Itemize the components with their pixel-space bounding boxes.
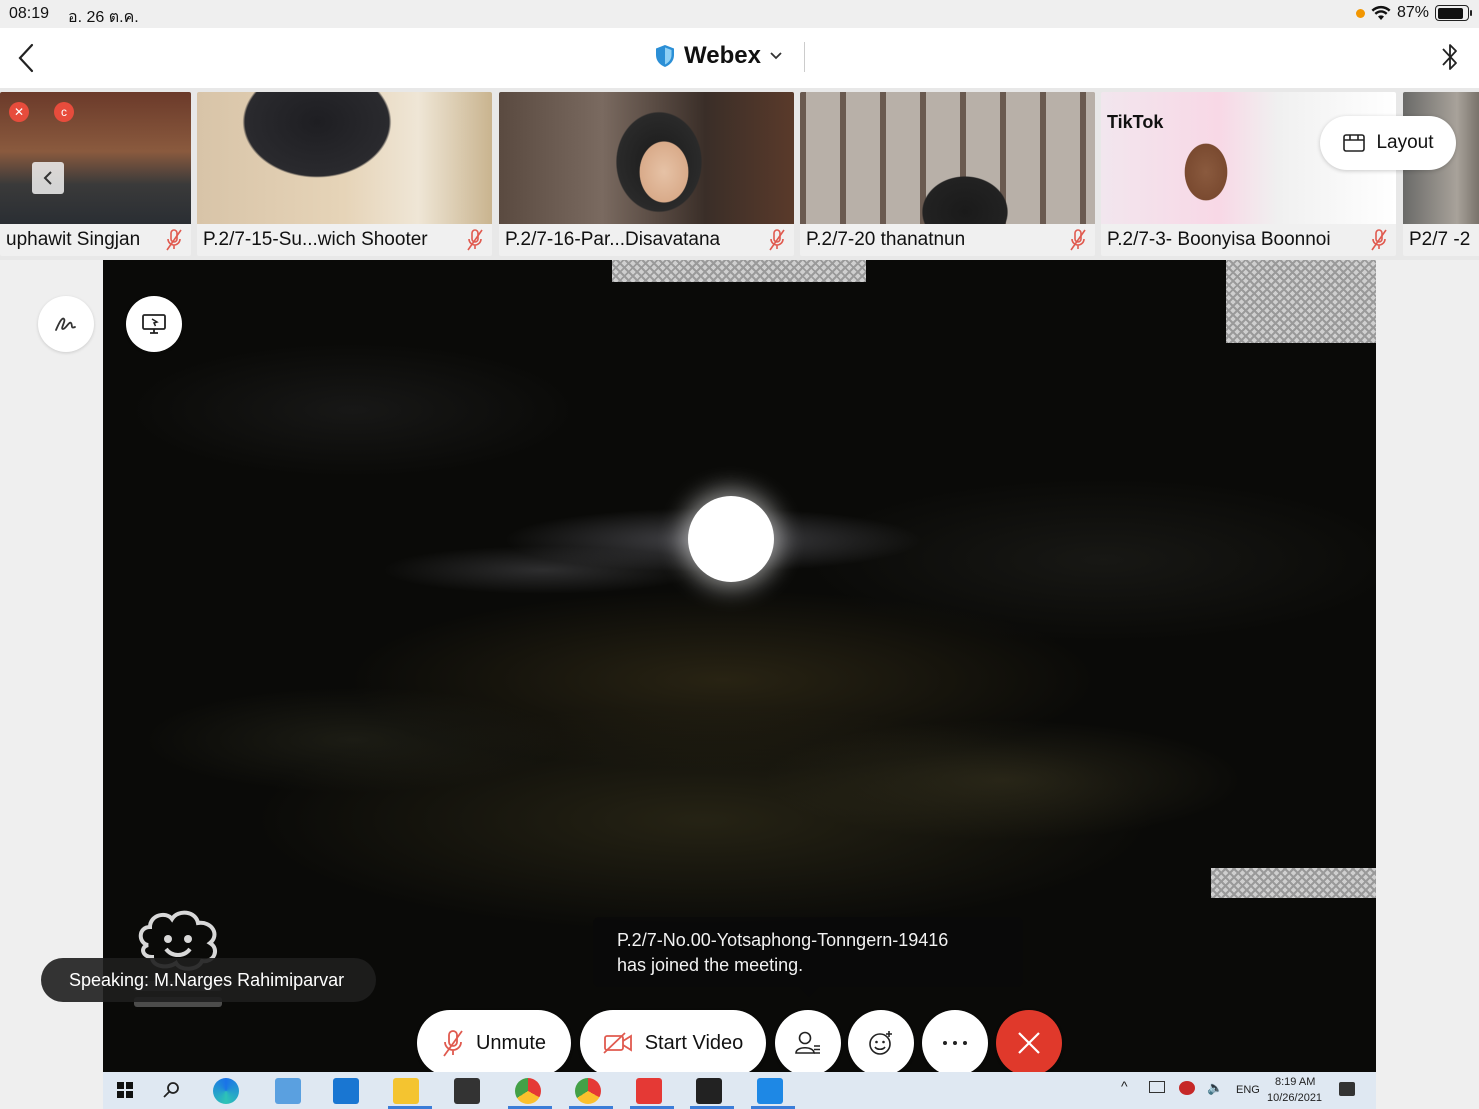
join-notification: P.2/7-No.00-Yotsaphong-Tonngern-19416 ha… — [593, 917, 1023, 997]
tiktok-text: TikTok — [1107, 112, 1164, 132]
status-right: 87% — [1355, 4, 1472, 22]
battery-icon — [1435, 5, 1472, 21]
obscured-region — [1211, 868, 1376, 898]
battery-percent: 87% — [1396, 4, 1429, 21]
mic-in-use-indicator-icon — [1355, 8, 1365, 18]
clock-time: 8:19 AM — [1275, 1076, 1316, 1088]
mic-muted-icon — [1070, 229, 1086, 251]
active-speaker-banner: Speaking: M.Narges Rahimiparvar — [41, 958, 376, 1002]
layout-label: Layout — [1376, 132, 1434, 153]
participant-label: P.2/7-15-Su...wich Shooter — [197, 224, 492, 256]
chevron-left-icon — [43, 171, 52, 185]
participant-thumbnail[interactable]: P.2/7-20 thanatnun — [800, 92, 1095, 256]
computer-icon — [275, 1078, 301, 1104]
participant-name: P.2/7-20 thanatnun — [806, 229, 966, 250]
start-video-button[interactable]: Start Video — [580, 1010, 766, 1076]
layout-button[interactable]: Layout — [1320, 116, 1456, 170]
participant-label: P.2/7-20 thanatnun — [800, 224, 1095, 256]
close-icon — [1018, 1032, 1040, 1054]
clock-date: 10/26/2021 — [1267, 1092, 1323, 1104]
video-off-icon — [603, 1032, 632, 1054]
header-divider — [804, 42, 805, 72]
mic-muted-icon — [467, 229, 483, 251]
annotate-button[interactable] — [38, 296, 94, 352]
shared-screen-taskbar: ^ 🔈 ENG 8:19 AM 10/26/2021 — [103, 1072, 1376, 1109]
participants-icon — [795, 1031, 820, 1054]
webex-meeting-screen: 08:19 อ. 26 ต.ค. 87% Webex ✕ c uphawit S… — [0, 0, 1479, 1109]
participant-name: P.2/7-15-Su...wich Shooter — [203, 229, 428, 250]
shield-icon — [656, 45, 674, 67]
unmute-label: Unmute — [475, 1031, 547, 1054]
mic-muted-icon — [769, 229, 785, 251]
language-indicator: ENG — [1236, 1084, 1260, 1096]
participant-label: P.2/7-3- Boonyisa Boonnoi — [1101, 224, 1396, 256]
participant-name: uphawit Singjan — [6, 229, 141, 250]
tray-chevron-up-icon: ^ — [1121, 1078, 1128, 1094]
participant-name: P2/7 -2 — [1409, 229, 1471, 250]
active-speaker-text: Speaking: M.Narges Rahimiparvar — [69, 969, 345, 990]
battery-fill — [1437, 7, 1463, 19]
media-player-icon — [757, 1078, 783, 1104]
participant-label: P.2/7-16-Par...Disavatana — [499, 224, 794, 256]
page-title: Webex — [684, 42, 761, 69]
participant-label: uphawit Singjan — [0, 224, 191, 256]
layout-icon — [1343, 134, 1366, 152]
screen-share-icon — [142, 314, 166, 334]
edge-browser-icon — [213, 1078, 239, 1104]
participant-video — [800, 92, 1095, 224]
participant-thumbnail[interactable]: P.2/7-15-Su...wich Shooter — [197, 92, 492, 256]
mic-muted-icon — [1371, 229, 1387, 251]
chrome-icon — [575, 1078, 601, 1104]
participant-strip[interactable]: ✕ c uphawit Singjan P.2/7-15-Su...wich S… — [0, 88, 1479, 260]
emoji-add-icon — [869, 1031, 892, 1055]
participant-video — [197, 92, 492, 224]
status-date: อ. 26 ต.ค. — [68, 9, 139, 26]
participant-label: P2/7 -2 — [1403, 224, 1479, 256]
leave-meeting-button[interactable] — [996, 1010, 1062, 1076]
network-icon — [1149, 1081, 1165, 1093]
webex-icon — [696, 1078, 722, 1104]
wifi-icon — [1371, 5, 1391, 20]
pen-annotate-icon — [55, 317, 76, 331]
recording-badge-icon: c — [54, 102, 74, 122]
participant-name: P.2/7-16-Par...Disavatana — [505, 229, 721, 250]
antivirus-icon — [1179, 1081, 1195, 1095]
windows-start-icon — [117, 1082, 133, 1098]
notification-icon — [1339, 1082, 1355, 1096]
search-icon — [163, 1082, 179, 1098]
obscured-region — [1226, 260, 1376, 343]
status-bar: 08:19 อ. 26 ต.ค. 87% — [0, 0, 1479, 28]
moon-image — [688, 496, 774, 582]
app-header: Webex — [0, 28, 1479, 88]
file-explorer-icon — [393, 1078, 419, 1104]
mail-icon — [333, 1078, 359, 1104]
volume-icon: 🔈 — [1207, 1080, 1224, 1095]
join-notification-name: P.2/7-No.00-Yotsaphong-Tonngern-19416 — [617, 930, 949, 950]
chevron-left-icon[interactable] — [14, 42, 38, 74]
app-icon — [636, 1078, 662, 1104]
strip-scroll-left-button[interactable] — [32, 162, 64, 194]
mic-muted-icon — [166, 229, 182, 251]
more-options-button[interactable] — [922, 1010, 988, 1076]
obscured-region — [612, 260, 866, 282]
status-time: 08:19 — [9, 5, 50, 22]
store-icon — [454, 1078, 480, 1104]
muted-badge-icon: ✕ — [9, 102, 29, 122]
participant-thumbnail[interactable]: ✕ c uphawit Singjan — [0, 92, 191, 256]
participant-video — [499, 92, 794, 224]
start-video-label: Start Video — [644, 1031, 744, 1054]
participants-button[interactable] — [775, 1010, 841, 1076]
bluetooth-icon[interactable] — [1439, 40, 1461, 74]
participant-thumbnail[interactable]: P.2/7-16-Par...Disavatana — [499, 92, 794, 256]
mic-muted-icon — [443, 1030, 463, 1057]
chevron-down-icon — [770, 52, 782, 60]
more-horizontal-icon — [943, 1041, 967, 1045]
meeting-title-dropdown[interactable]: Webex — [654, 42, 783, 70]
participant-name: P.2/7-3- Boonyisa Boonnoi — [1107, 229, 1331, 250]
join-notification-message: has joined the meeting. — [617, 955, 804, 975]
chrome-icon — [515, 1078, 541, 1104]
share-screen-button[interactable] — [126, 296, 182, 352]
reactions-button[interactable] — [848, 1010, 914, 1076]
unmute-button[interactable]: Unmute — [417, 1010, 571, 1076]
